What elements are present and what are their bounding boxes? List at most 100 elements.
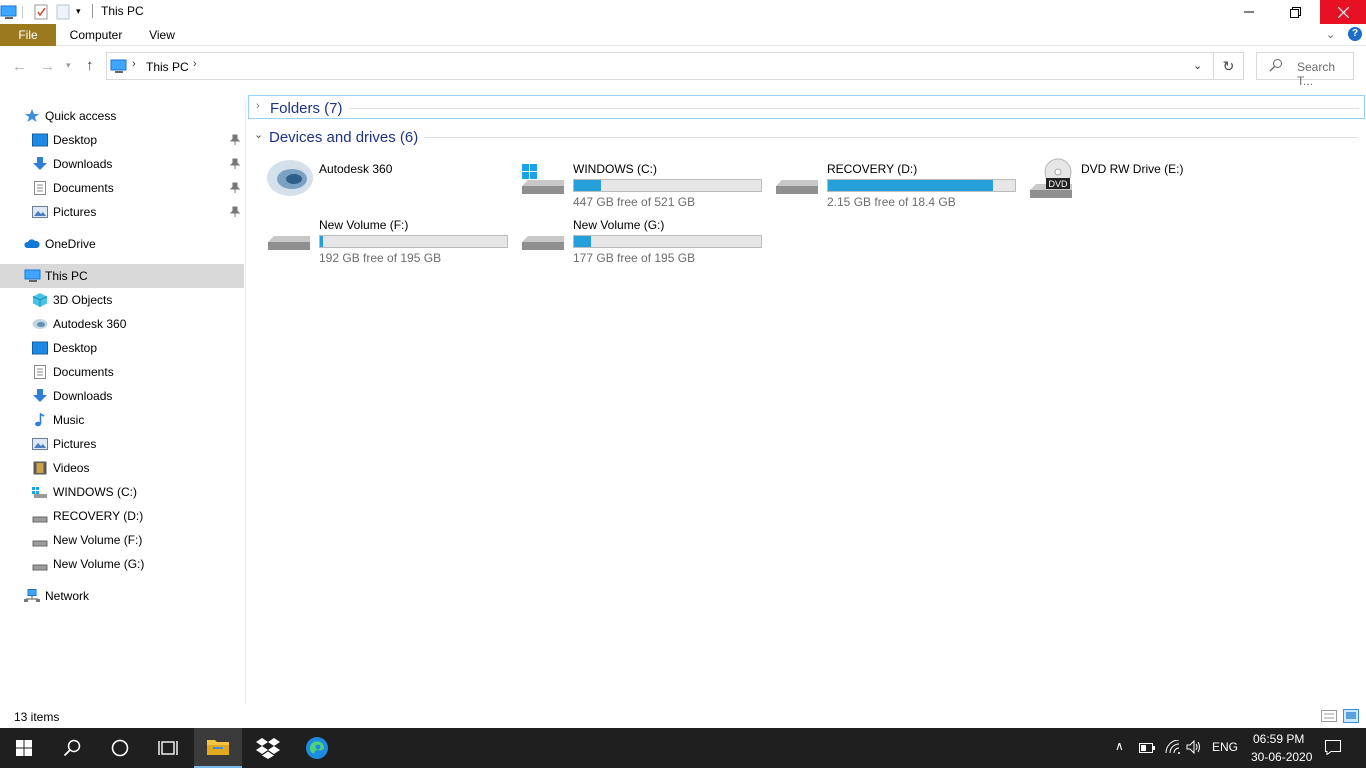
- pin-icon[interactable]: [229, 182, 241, 194]
- input-language[interactable]: ENG: [1212, 740, 1238, 754]
- drive-windows-c[interactable]: WINDOWS (C:) 447 GB free of 521 GB: [502, 154, 762, 209]
- breadcrumb-separator-icon[interactable]: ›: [193, 58, 197, 70]
- dvd-drive-icon: DVD: [1028, 156, 1076, 200]
- action-center-icon[interactable]: [1325, 740, 1341, 758]
- edge-browser-icon: [306, 737, 328, 759]
- nav-quick-documents[interactable]: Documents: [0, 176, 244, 200]
- breadcrumb-this-pc[interactable]: This PC: [146, 60, 189, 74]
- nav-recovery-d[interactable]: RECOVERY (D:): [0, 504, 244, 528]
- drive-free-space: 447 GB free of 521 GB: [573, 195, 696, 209]
- search-box[interactable]: Search T...: [1256, 52, 1354, 88]
- taskbar-file-explorer[interactable]: [194, 728, 242, 768]
- nav-label: OneDrive: [45, 237, 96, 251]
- details-view-icon[interactable]: [1321, 710, 1337, 725]
- pin-icon[interactable]: [229, 206, 241, 218]
- navigation-pane: Quick access Desktop Downloads Documents…: [0, 100, 246, 704]
- nav-autodesk-360[interactable]: Autodesk 360: [0, 312, 244, 336]
- drive-usage-fill: [574, 236, 592, 247]
- item-count: 13 items: [14, 710, 60, 724]
- task-view-button[interactable]: [144, 728, 192, 768]
- nav-quick-downloads[interactable]: Downloads: [0, 152, 244, 176]
- nav-label: Videos: [53, 461, 90, 475]
- hard-drive-icon: [32, 509, 48, 523]
- taskbar-edge[interactable]: [293, 728, 341, 768]
- forward-arrow-icon[interactable]: →: [40, 58, 55, 75]
- restore-button[interactable]: [1272, 0, 1318, 24]
- search-input[interactable]: Search T...: [1297, 60, 1353, 88]
- this-pc-icon: [110, 58, 128, 77]
- drive-usage-bar: [319, 235, 508, 248]
- nav-label: Pictures: [53, 437, 97, 451]
- clock-time[interactable]: 06:59 PM: [1253, 732, 1304, 746]
- minimize-button[interactable]: [1226, 0, 1272, 24]
- windows-drive-icon: [520, 156, 568, 200]
- nav-onedrive[interactable]: OneDrive: [0, 232, 244, 256]
- hard-drive-icon: [32, 533, 48, 547]
- drive-dvd-rw-e[interactable]: DVD DVD RW Drive (E:): [1010, 154, 1260, 206]
- expand-ribbon-icon[interactable]: ⌄: [1326, 28, 1335, 41]
- nav-windows-c[interactable]: WINDOWS (C:): [0, 480, 244, 504]
- volume-icon[interactable]: [1186, 739, 1202, 757]
- nav-documents[interactable]: Documents: [0, 360, 244, 384]
- divider: [424, 137, 1358, 138]
- nav-quick-pictures[interactable]: Pictures: [0, 200, 244, 224]
- address-bar[interactable]: › This PC › ⌄: [106, 52, 1214, 80]
- refresh-button[interactable]: ↻: [1214, 52, 1244, 80]
- breadcrumb-separator-icon[interactable]: ›: [132, 58, 136, 70]
- nav-quick-desktop[interactable]: Desktop: [0, 128, 244, 152]
- pin-icon[interactable]: [229, 158, 241, 170]
- nav-videos[interactable]: Videos: [0, 456, 244, 480]
- battery-icon[interactable]: [1139, 742, 1155, 756]
- group-header-folders[interactable]: › Folders (7): [248, 95, 1365, 119]
- drive-autodesk-360[interactable]: Autodesk 360: [248, 154, 498, 206]
- large-icons-view-icon[interactable]: [1343, 709, 1359, 726]
- nav-pictures[interactable]: Pictures: [0, 432, 244, 456]
- nav-desktop[interactable]: Desktop: [0, 336, 244, 360]
- nav-3d-objects[interactable]: 3D Objects: [0, 288, 244, 312]
- tab-view[interactable]: View: [142, 24, 182, 46]
- nav-new-volume-g[interactable]: New Volume (G:): [0, 552, 244, 576]
- cortana-button[interactable]: [96, 728, 144, 768]
- nav-new-volume-f[interactable]: New Volume (F:): [0, 528, 244, 552]
- desktop-icon: [32, 341, 48, 355]
- nav-downloads[interactable]: Downloads: [0, 384, 244, 408]
- nav-this-pc[interactable]: This PC: [0, 264, 244, 288]
- taskbar-dropbox[interactable]: [244, 728, 292, 768]
- nav-label: Downloads: [53, 389, 113, 403]
- drive-new-volume-g[interactable]: New Volume (G:) 177 GB free of 195 GB: [502, 210, 762, 265]
- drive-name: DVD RW Drive (E:): [1081, 162, 1184, 176]
- tab-file[interactable]: File: [0, 24, 56, 46]
- new-folder-icon[interactable]: [56, 4, 70, 23]
- drive-recovery-d[interactable]: RECOVERY (D:) 2.15 GB free of 18.4 GB: [756, 154, 1016, 209]
- group-header-devices[interactable]: ⌄ Devices and drives (6): [248, 125, 1365, 149]
- nav-music[interactable]: Music: [0, 408, 244, 432]
- pin-icon[interactable]: [229, 134, 241, 146]
- download-icon: [32, 389, 48, 403]
- up-arrow-icon[interactable]: ↑: [86, 57, 94, 74]
- nav-quick-access[interactable]: Quick access: [0, 104, 244, 128]
- drive-free-space: 2.15 GB free of 18.4 GB: [827, 195, 956, 209]
- this-pc-icon[interactable]: [0, 4, 18, 23]
- help-icon[interactable]: ?: [1348, 27, 1362, 41]
- windows-logo-icon: [16, 740, 32, 756]
- recent-locations-icon[interactable]: ▾: [66, 60, 71, 71]
- search-button[interactable]: [48, 728, 96, 768]
- back-arrow-icon[interactable]: ←: [12, 58, 27, 75]
- nav-network[interactable]: Network: [0, 584, 244, 608]
- close-button[interactable]: [1320, 0, 1366, 24]
- drive-free-space: 192 GB free of 195 GB: [319, 251, 442, 265]
- customize-qat-icon[interactable]: ▾: [76, 6, 81, 17]
- pictures-icon: [32, 205, 48, 219]
- group-label: Folders (7): [270, 100, 343, 117]
- properties-icon[interactable]: [33, 3, 49, 24]
- 3d-objects-icon: [32, 293, 48, 307]
- show-hidden-icons-icon[interactable]: ∧: [1115, 739, 1124, 753]
- tab-computer[interactable]: Computer: [62, 24, 130, 46]
- clock-date[interactable]: 30-06-2020: [1251, 750, 1312, 764]
- drive-new-volume-f[interactable]: New Volume (F:) 192 GB free of 195 GB: [248, 210, 508, 265]
- film-icon: [32, 461, 48, 475]
- wifi-icon[interactable]: [1165, 739, 1181, 757]
- address-dropdown-icon[interactable]: ⌄: [1193, 59, 1202, 72]
- start-button[interactable]: [0, 728, 48, 768]
- hard-drive-icon: [32, 557, 48, 571]
